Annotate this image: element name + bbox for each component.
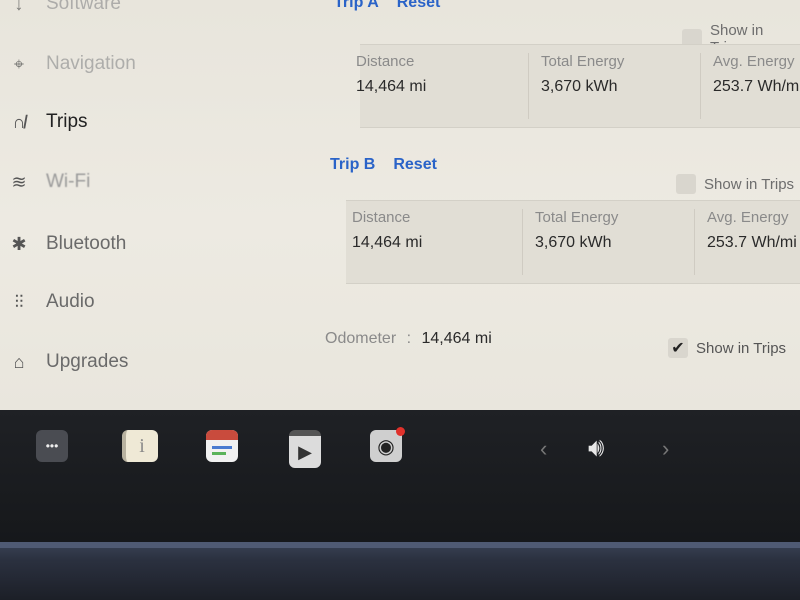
camera-badge [396, 427, 405, 436]
media-button[interactable]: ▶ [289, 430, 321, 468]
screen-bezel [0, 542, 800, 600]
trips-panel: Trip A Reset Show in Trips Distance 14,4… [320, 0, 800, 410]
bluetooth-icon: ✱ [11, 233, 27, 254]
wifi-icon: ≋ [11, 171, 27, 192]
trip-b-show-in-trips[interactable]: Show in Trips [676, 174, 794, 194]
trip-b-reset-button[interactable]: Reset [393, 156, 437, 174]
odometer-show-checkbox[interactable]: ✔ [668, 338, 688, 358]
avg-label: Avg. Energy [713, 53, 795, 70]
trip-a-avg-energy: Avg. Energy 253.7 Wh/mi [700, 53, 800, 119]
media-player-icon: ▶ [289, 430, 321, 468]
sidebar-item-label: Software [46, 0, 121, 14]
odometer-separator: : [406, 330, 412, 347]
volume-next-button[interactable]: › [662, 436, 669, 462]
camera-lens-icon: ◉ [377, 435, 395, 458]
trip-b-header: Trip B Reset [330, 156, 437, 174]
bezel-edge [0, 542, 800, 548]
odometer-show-label: Show in Trips [696, 339, 787, 357]
energy-label: Total Energy [535, 209, 619, 226]
sidebar-item-upgrades[interactable]: ⌂ Upgrades [0, 342, 129, 382]
trip-b-show-label: Show in Trips [704, 175, 795, 193]
settings-sidebar: ↓ Software ⌖ Navigation ∩̸ Trips ≋ Wi-Fi… [0, 0, 320, 410]
trip-b-avg-energy: Avg. Energy 253.7 Wh/mi [694, 209, 797, 275]
distance-value: 14,464 mi [352, 234, 423, 251]
sidebar-item-label: Audio [46, 291, 95, 312]
sidebar-item-wifi[interactable]: ≋ Wi-Fi [0, 162, 90, 202]
info-icon: i [122, 430, 158, 462]
calendar-icon [206, 430, 238, 462]
trip-b-title: Trip B [330, 156, 376, 173]
calendar-button[interactable] [206, 430, 238, 462]
trip-a-reset-button[interactable]: Reset [397, 0, 441, 12]
camera-button[interactable]: ◉ [370, 427, 405, 462]
trips-icon: ∩̸ [12, 111, 26, 132]
avg-value: 253.7 Wh/mi [713, 78, 800, 95]
navigation-icon: ⌖ [13, 53, 25, 74]
sidebar-item-navigation[interactable]: ⌖ Navigation [0, 44, 136, 84]
sidebar-item-trips[interactable]: ∩̸ Trips [0, 102, 88, 142]
avg-label: Avg. Energy [707, 209, 789, 226]
distance-value: 14,464 mi [356, 78, 427, 95]
energy-label: Total Energy [541, 53, 625, 70]
energy-value: 3,670 kWh [541, 78, 618, 95]
equalizer-icon: ⫶⫶ [14, 291, 24, 312]
avg-value: 253.7 Wh/mi [707, 234, 797, 251]
distance-label: Distance [356, 53, 415, 70]
volume-icon[interactable]: 🔊︎ [588, 432, 604, 464]
odometer-value: 14,464 mi [421, 330, 492, 347]
volume-prev-button[interactable]: ‹ [540, 436, 547, 462]
distance-label: Distance [352, 209, 411, 226]
camera-icon: ◉ [370, 427, 405, 462]
odometer-show-in-trips[interactable]: ✔ Show in Trips [668, 338, 786, 358]
more-button[interactable]: ••• [36, 430, 68, 462]
trip-a-header: Trip A Reset [334, 0, 440, 12]
sidebar-item-label: Bluetooth [46, 233, 127, 254]
trip-a-distance: Distance 14,464 mi [356, 53, 426, 96]
sidebar-item-label: Wi-Fi [46, 171, 91, 192]
sidebar-item-label: Trips [46, 111, 88, 132]
trip-b-distance: Distance 14,464 mi [352, 209, 422, 252]
trip-a-stats: Distance 14,464 mi Total Energy 3,670 kW… [356, 44, 800, 128]
trip-a-title: Trip A [334, 0, 379, 11]
trip-b-show-checkbox[interactable] [676, 174, 696, 194]
trip-a-total-energy: Total Energy 3,670 kWh [528, 53, 624, 119]
more-dots-icon: ••• [36, 430, 68, 462]
sidebar-item-bluetooth[interactable]: ✱ Bluetooth [0, 224, 126, 264]
odometer: Odometer : 14,464 mi [325, 330, 492, 348]
bag-icon: ⌂ [13, 351, 25, 372]
sidebar-item-software[interactable]: ↓ Software [0, 0, 121, 24]
odometer-label: Odometer [325, 330, 397, 347]
manual-button[interactable]: i [122, 430, 158, 462]
trip-b-total-energy: Total Energy 3,670 kWh [522, 209, 618, 275]
taskbar: ••• i ▶ ◉ ‹ 🔊︎ › [0, 410, 800, 542]
energy-value: 3,670 kWh [535, 234, 612, 251]
download-icon: ↓ [14, 0, 24, 14]
sidebar-item-audio[interactable]: ⫶⫶ Audio [0, 282, 95, 322]
sidebar-item-label: Upgrades [46, 351, 129, 372]
checkmark-icon: ✔ [671, 340, 685, 357]
sidebar-item-label: Navigation [46, 53, 136, 74]
settings-screen: ↓ Software ⌖ Navigation ∩̸ Trips ≋ Wi-Fi… [0, 0, 800, 410]
trip-b-stats: Distance 14,464 mi Total Energy 3,670 kW… [346, 200, 800, 284]
